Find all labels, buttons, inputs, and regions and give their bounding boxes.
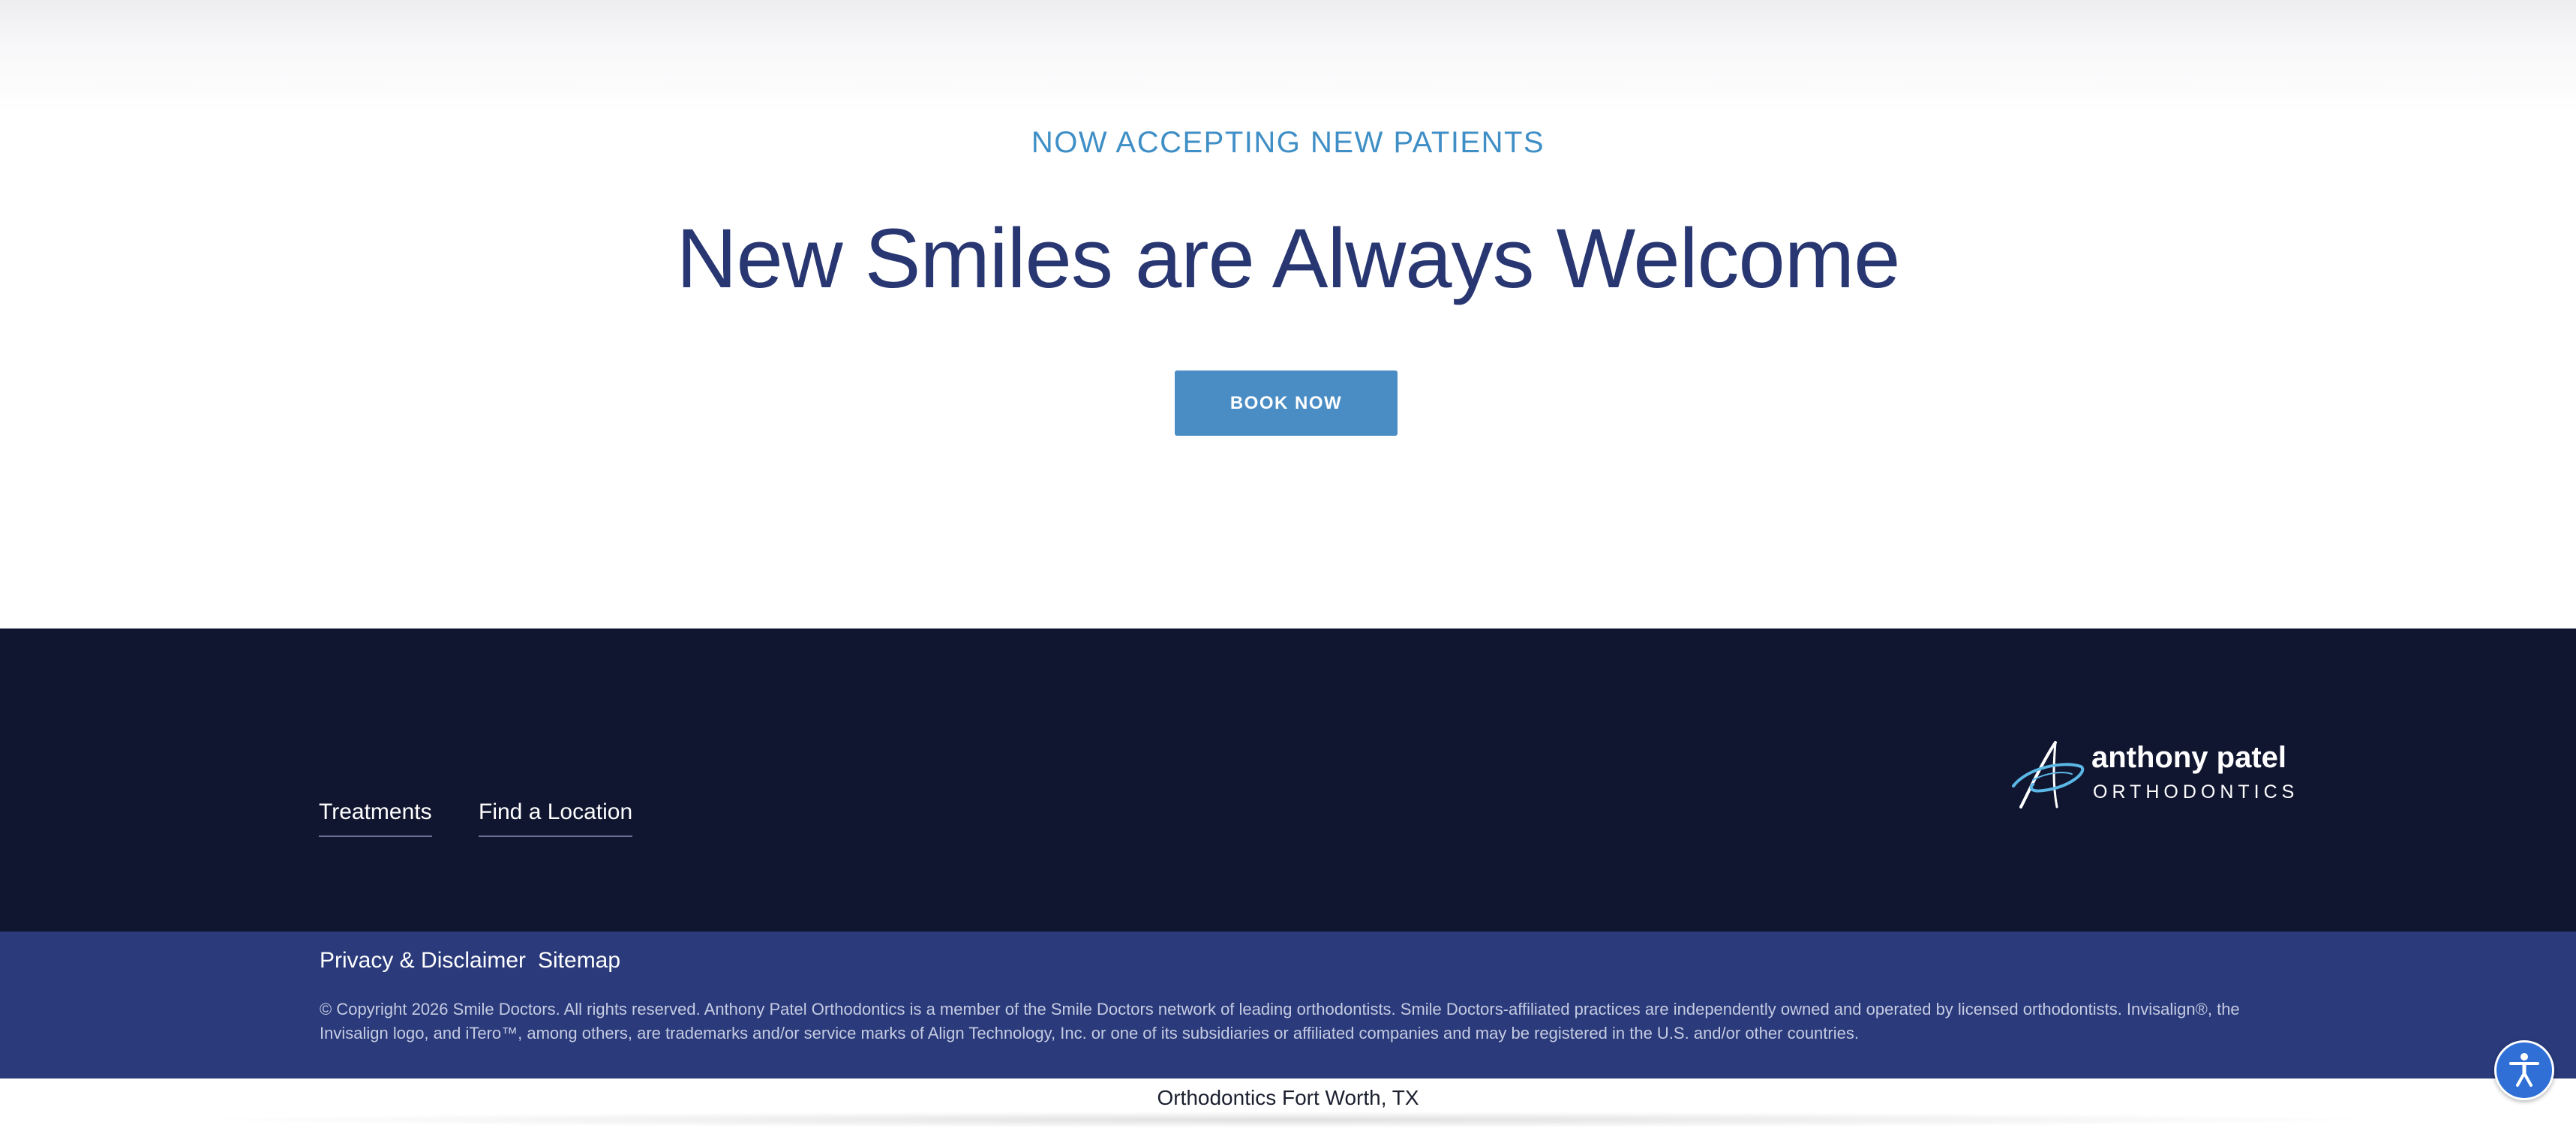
hero-eyebrow: NOW ACCEPTING NEW PATIENTS <box>1031 126 1545 159</box>
hero-title: New Smiles are Always Welcome <box>676 212 1901 305</box>
ap-monogram-icon <box>2012 741 2085 808</box>
logo-name: anthony patel <box>2091 741 2287 774</box>
copyright-text: © Copyright 2026 Smile Doctors. All righ… <box>320 1000 2240 1042</box>
location-bar: Orthodontics Fort Worth, TX <box>0 1078 2576 1128</box>
logo-subtitle: ORTHODONTICS <box>2093 782 2299 802</box>
privacy-disclaimer-link[interactable]: Privacy & Disclaimer <box>320 948 526 974</box>
footer-bottom: Privacy & Disclaimer Sitemap © Copyright… <box>0 932 2576 1078</box>
accessibility-button[interactable] <box>2494 1040 2554 1100</box>
footer-link-find-location[interactable]: Find a Location <box>479 800 633 837</box>
location-text: Orthodontics Fort Worth, TX <box>1157 1086 1419 1109</box>
book-now-button[interactable]: BOOK NOW <box>1175 370 1398 436</box>
footer-main: Treatments Find a Location anthony patel… <box>0 628 2576 932</box>
hero-section: NOW ACCEPTING NEW PATIENTS New Smiles ar… <box>0 0 2576 628</box>
accessibility-person-icon <box>2509 1053 2539 1087</box>
sitemap-link[interactable]: Sitemap <box>538 948 620 974</box>
footer-logo[interactable]: anthony patel ORTHODONTICS <box>2010 738 2294 813</box>
footer-link-treatments[interactable]: Treatments <box>319 800 432 837</box>
